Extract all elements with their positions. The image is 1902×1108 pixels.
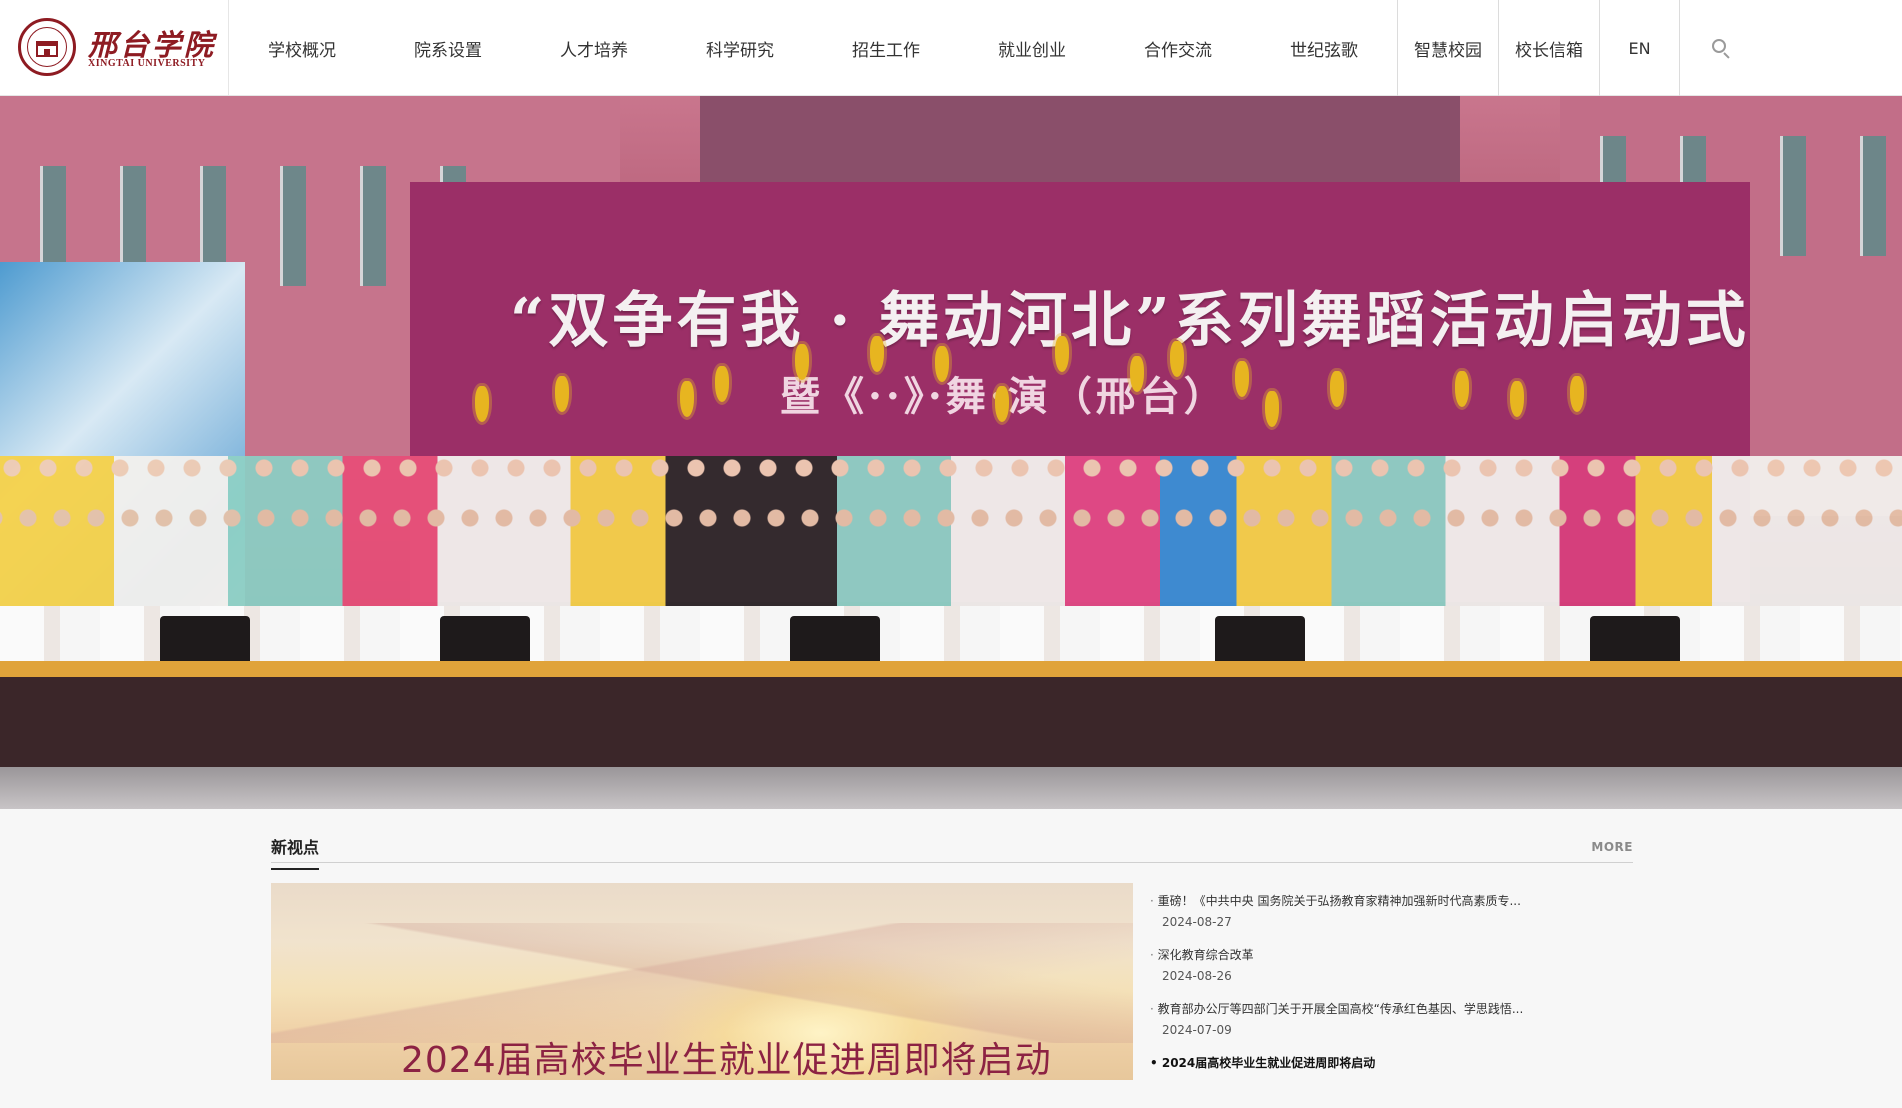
news-date: 2024-07-09 <box>1162 1023 1232 1037</box>
english-site-link[interactable]: EN <box>1599 0 1680 96</box>
banner-subtitle: 暨《··》·舞·演（邢台） <box>780 364 1380 422</box>
university-seal-icon <box>18 18 76 76</box>
main-nav: 学校概况 院系设置 人才培养 科学研究 招生工作 就业创业 合作交流 世纪弦歌 <box>229 0 1397 96</box>
section-title: 新视点 <box>271 834 320 870</box>
banner-title: “双争有我 · 舞动河北”系列舞蹈活动启动式 <box>510 286 1750 356</box>
president-mailbox-link[interactable]: 校长信箱 <box>1498 0 1599 96</box>
list-item[interactable]: 深化教育综合改革 2024-08-26 <box>1150 946 1640 1000</box>
stage <box>0 677 1902 767</box>
university-logo[interactable]: 邢台学院 XINGTAI UNIVERSITY <box>14 16 224 80</box>
plaza-ground <box>0 767 1902 809</box>
list-item[interactable]: 教育部办公厅等四部门关于开展全国高校“传承红色基因、学思践悟... 2024-0… <box>1150 1000 1640 1054</box>
nav-item-research[interactable]: 科学研究 <box>667 0 813 96</box>
nav-item-talent-training[interactable]: 人才培养 <box>521 0 667 96</box>
list-item-active[interactable]: 2024届高校毕业生就业促进周即将启动 <box>1150 1054 1640 1108</box>
news-title[interactable]: 教育部办公厅等四部门关于开展全国高校“传承红色基因、学思践悟... <box>1150 1000 1530 1018</box>
hero-banner[interactable]: “双争有我 · 舞动河北”系列舞蹈活动启动式 暨《··》·舞·演（邢台） <box>0 96 1902 809</box>
featured-news-image[interactable]: 2024届高校毕业生就业促进周即将启动 <box>271 883 1133 1080</box>
nav-item-employment[interactable]: 就业创业 <box>959 0 1105 96</box>
smart-campus-link[interactable]: 智慧校园 <box>1397 0 1498 96</box>
search-button[interactable] <box>1700 28 1740 68</box>
nav-item-history[interactable]: 世纪弦歌 <box>1251 0 1397 96</box>
quick-links: 智慧校园 校长信箱 EN <box>1397 0 1680 96</box>
nav-item-cooperation[interactable]: 合作交流 <box>1105 0 1251 96</box>
banner-building-middle <box>700 96 1460 186</box>
logo-name-en: XINGTAI UNIVERSITY <box>88 58 206 69</box>
news-title[interactable]: 重磅！《中共中央 国务院关于弘扬教育家精神加强新时代高素质专... <box>1150 892 1530 910</box>
site-header: 邢台学院 XINGTAI UNIVERSITY 学校概况 院系设置 人才培养 科… <box>0 0 1902 96</box>
news-section-header: 新视点 MORE <box>271 826 1633 870</box>
nav-item-school-overview[interactable]: 学校概况 <box>229 0 375 96</box>
news-date: 2024-08-26 <box>1162 969 1232 983</box>
news-date: 2024-08-27 <box>1162 915 1232 929</box>
more-link[interactable]: MORE <box>1591 840 1633 854</box>
nav-item-admissions[interactable]: 招生工作 <box>813 0 959 96</box>
nav-item-departments[interactable]: 院系设置 <box>375 0 521 96</box>
stage-edge <box>0 661 1902 677</box>
feature-mountains <box>271 923 1133 1043</box>
featured-news-caption: 2024届高校毕业生就业促进周即将启动 <box>401 1040 1052 1080</box>
news-title[interactable]: 深化教育综合改革 <box>1150 946 1530 964</box>
news-title[interactable]: 2024届高校毕业生就业促进周即将启动 <box>1150 1054 1530 1072</box>
news-list: 重磅！《中共中央 国务院关于弘扬教育家精神加强新时代高素质专... 2024-0… <box>1150 892 1640 1108</box>
list-item[interactable]: 重磅！《中共中央 国务院关于弘扬教育家精神加强新时代高素质专... 2024-0… <box>1150 892 1640 946</box>
